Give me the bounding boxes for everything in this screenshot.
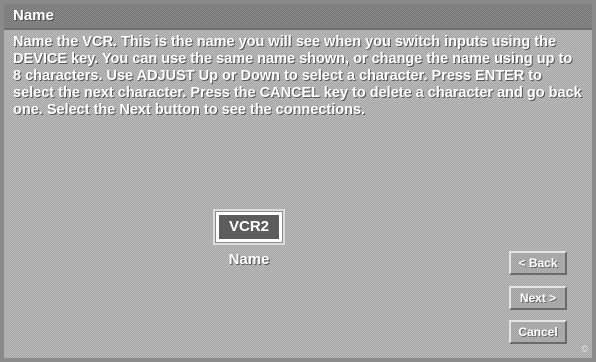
back-button[interactable]: < Back — [509, 251, 567, 275]
title-bar: Name — [4, 4, 592, 30]
cancel-button[interactable]: Cancel — [509, 320, 567, 344]
screen-title: Name — [13, 7, 54, 24]
device-name-label: Name — [228, 251, 270, 268]
next-button[interactable]: Next > — [509, 286, 567, 310]
instructions-text: Name the VCR. This is the name you will … — [13, 34, 582, 118]
name-screen: Name Name the VCR. This is the name you … — [0, 0, 596, 362]
corner-mark-icon: © — [581, 344, 588, 354]
device-name-field[interactable]: VCR2 — [216, 212, 282, 242]
